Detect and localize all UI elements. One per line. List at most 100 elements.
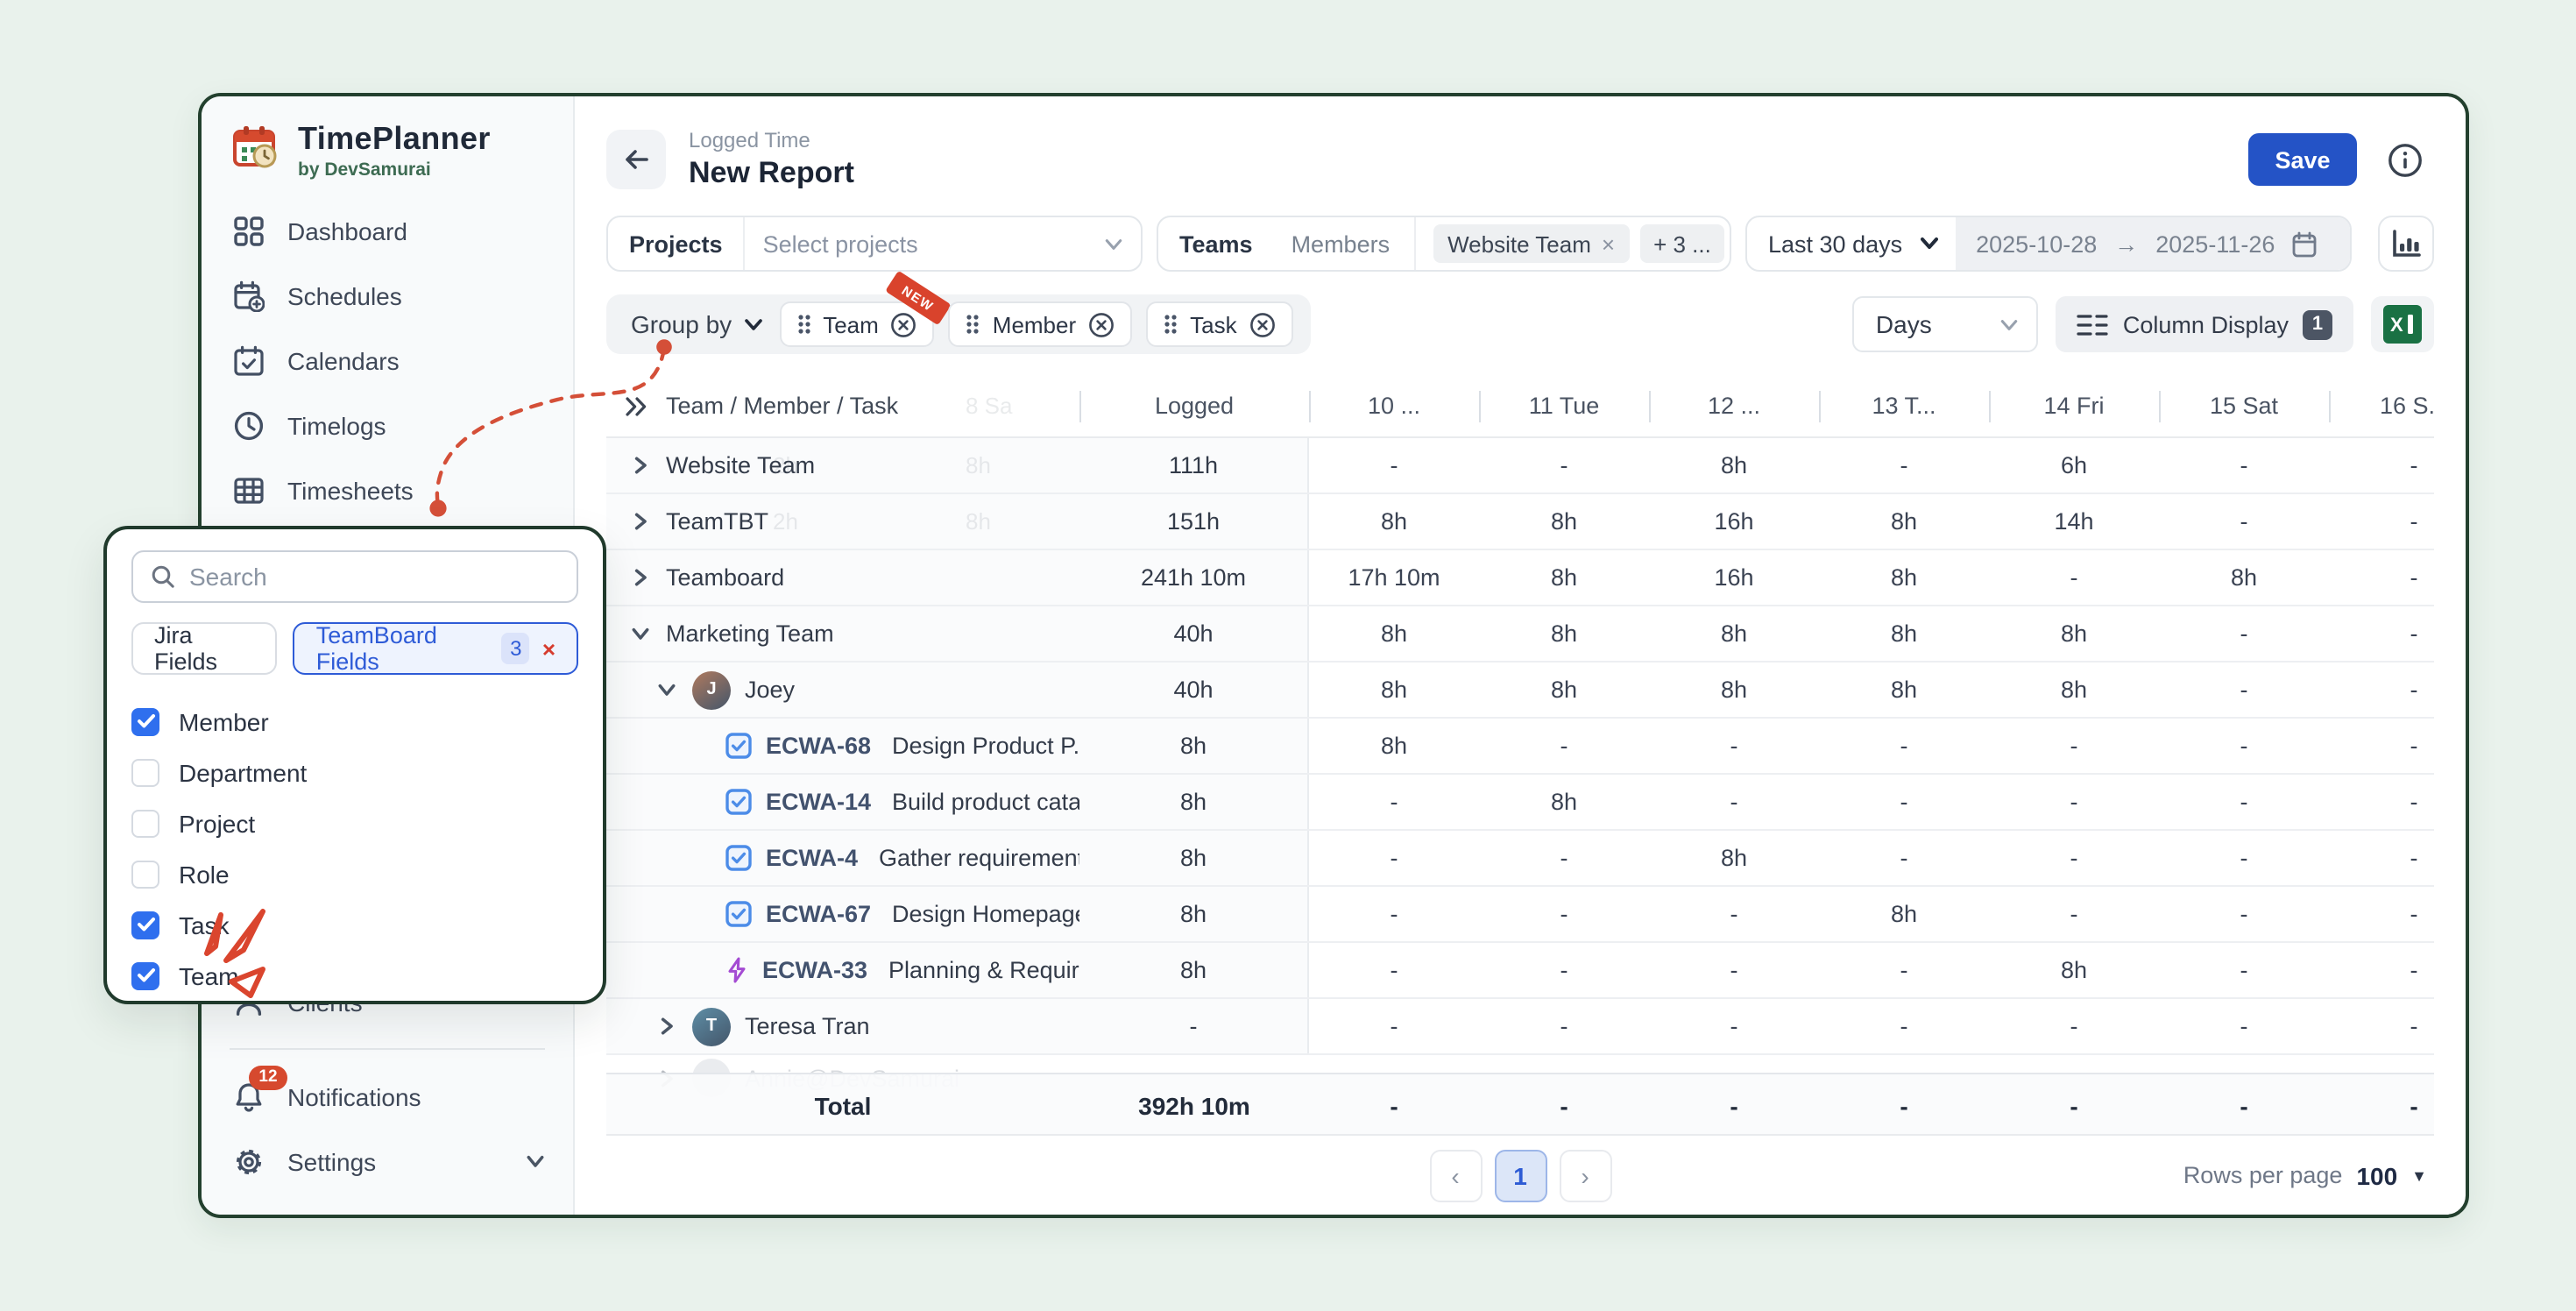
group-chip-team[interactable]: TeamNEW: [779, 301, 935, 347]
table-row[interactable]: ECWA-68Design Product P...8h8h------: [606, 719, 2434, 775]
rows-per-page[interactable]: Rows per page 100 ▼: [2183, 1161, 2434, 1189]
remove-group-icon[interactable]: [1088, 311, 1115, 337]
export-excel-button[interactable]: X: [2371, 296, 2434, 352]
row-day-cell: 16h: [1649, 550, 1819, 605]
row-name-cell[interactable]: Marketing Team: [606, 606, 1079, 661]
checkbox-unchecked[interactable]: [131, 860, 159, 888]
rows-per-page-label: Rows per page: [2183, 1162, 2343, 1188]
table-row[interactable]: Marketing Team40h8h8h8h8h8h--: [606, 606, 2434, 663]
chevron-right-icon[interactable]: [627, 568, 652, 587]
row-name-cell[interactable]: ECWA-4Gather requirements: [606, 831, 1079, 885]
remove-group-icon[interactable]: [891, 311, 917, 337]
row-day-cell: -: [1649, 719, 1819, 773]
row-day-cell: -: [2329, 606, 2434, 661]
group-chip-member[interactable]: Member: [949, 301, 1132, 347]
fields-tab-jira-fields[interactable]: Jira Fields: [131, 622, 278, 675]
prev-page-button[interactable]: ‹: [1429, 1149, 1482, 1201]
chevron-down-icon[interactable]: [627, 624, 652, 643]
task-check-icon: [725, 789, 752, 815]
date-range-filter[interactable]: Last 30 days 2025-10-28 → 2025-11-26: [1745, 216, 2352, 272]
members-toggle[interactable]: Members: [1274, 217, 1417, 270]
row-name-cell[interactable]: ECWA-14Build product catalo...: [606, 775, 1079, 829]
sidebar-item-notifications[interactable]: 12Notifications: [202, 1064, 573, 1129]
sidebar-item-dashboard[interactable]: Dashboard: [202, 198, 573, 263]
row-day-cell: -: [2159, 999, 2329, 1053]
table-row[interactable]: ECWA-14Build product catalo...8h-8h-----: [606, 775, 2434, 831]
drag-handle-icon[interactable]: [796, 314, 810, 335]
row-label: Teresa Tran: [745, 1013, 870, 1039]
field-option-member[interactable]: Member: [131, 696, 578, 747]
field-option-project[interactable]: Project: [131, 797, 578, 848]
teams-filter[interactable]: Teams Members Website Team× + 3 ...: [1157, 216, 1731, 272]
total-day-cell: -: [2329, 1074, 2434, 1134]
close-icon[interactable]: ×: [542, 635, 556, 662]
back-button[interactable]: [606, 130, 666, 189]
date-arrow: →: [2114, 230, 2138, 257]
column-display-button[interactable]: Column Display 1: [2056, 296, 2353, 352]
row-day-cell: -: [1649, 999, 1819, 1053]
row-name-cell[interactable]: ECWA-67Design Homepage: [606, 887, 1079, 941]
sidebar-item-timelogs[interactable]: Timelogs: [202, 393, 573, 457]
row-name-cell[interactable]: ECWA-33Planning & Require...: [606, 943, 1079, 997]
collapse-all-icon[interactable]: [624, 395, 648, 416]
remove-chip-icon[interactable]: ×: [1602, 230, 1615, 257]
row-name-cell[interactable]: Teamboard: [606, 550, 1079, 605]
info-icon[interactable]: [2374, 130, 2434, 189]
group-chip-task[interactable]: Task: [1146, 301, 1292, 347]
drag-handle-icon[interactable]: [1164, 314, 1178, 335]
remove-group-icon[interactable]: [1249, 311, 1276, 337]
field-option-team[interactable]: Team: [131, 950, 578, 1001]
field-option-department[interactable]: Department: [131, 747, 578, 797]
table-row[interactable]: ECWA-33Planning & Require...8h----8h--: [606, 943, 2434, 999]
granularity-select[interactable]: Days: [1853, 296, 2039, 352]
checkbox-checked[interactable]: [131, 911, 159, 939]
popup-search[interactable]: [131, 550, 578, 603]
main-area: Logged Time New Report Save Projects Sel…: [575, 96, 2466, 1215]
table-row[interactable]: ECWA-4Gather requirements8h--8h----: [606, 831, 2434, 887]
team-filter-chip[interactable]: + 3 ...: [1639, 224, 1725, 263]
chevron-right-icon[interactable]: [627, 512, 652, 531]
field-option-task[interactable]: Task: [131, 899, 578, 950]
checkbox-checked[interactable]: [131, 961, 159, 989]
checkbox-unchecked[interactable]: [131, 758, 159, 786]
table-row[interactable]: TTeresa Tran--------: [606, 999, 2434, 1055]
drag-handle-icon[interactable]: [966, 314, 980, 335]
projects-filter[interactable]: Projects Select projects: [606, 216, 1143, 272]
team-filter-chip[interactable]: Website Team×: [1433, 224, 1629, 263]
table-row[interactable]: Website Team2h8h111h--8h-6h--: [606, 438, 2434, 494]
breadcrumb: Logged Time: [689, 128, 854, 152]
sidebar-item-timesheets[interactable]: Timesheets: [202, 457, 573, 522]
fields-tab-teamboard-fields[interactable]: TeamBoard Fields3×: [294, 622, 578, 675]
chevron-right-icon[interactable]: [654, 1017, 678, 1036]
row-name-cell[interactable]: ECWA-68Design Product P...: [606, 719, 1079, 773]
column-header-day: 14 Fri: [1989, 375, 2159, 436]
range-preset[interactable]: Last 30 days: [1768, 230, 1902, 257]
row-name-cell[interactable]: Website Team2h8h: [606, 438, 1079, 493]
teams-toggle[interactable]: Teams: [1158, 217, 1274, 270]
checkbox-unchecked[interactable]: [131, 809, 159, 837]
row-name-cell[interactable]: TTeresa Tran: [606, 999, 1079, 1053]
save-button[interactable]: Save: [2248, 133, 2357, 186]
row-name-cell[interactable]: TeamTBT2h8h: [606, 494, 1079, 549]
row-day-cell: -: [2159, 606, 2329, 661]
chevron-right-icon[interactable]: [627, 456, 652, 475]
next-page-button[interactable]: ›: [1559, 1149, 1611, 1201]
checkbox-checked[interactable]: [131, 707, 159, 735]
chevron-down-icon[interactable]: [654, 680, 678, 699]
field-option-role[interactable]: Role: [131, 848, 578, 899]
row-label: Teamboard: [666, 564, 784, 591]
sidebar-item-schedules[interactable]: Schedules: [202, 263, 573, 328]
table-row[interactable]: JJoey40h8h8h8h8h8h--: [606, 663, 2434, 719]
group-by-dropdown[interactable]: Group by: [631, 310, 761, 338]
current-page-button[interactable]: 1: [1494, 1149, 1546, 1201]
table-row[interactable]: Teamboard241h 10m17h 10m8h16h8h-8h-: [606, 550, 2434, 606]
table-row[interactable]: TeamTBT2h8h151h8h8h16h8h14h--: [606, 494, 2434, 550]
chart-view-button[interactable]: [2378, 216, 2434, 272]
chevron-down-icon: [1104, 234, 1123, 253]
search-input[interactable]: [189, 563, 559, 591]
sidebar-item-settings[interactable]: Settings: [202, 1129, 573, 1194]
sidebar-item-calendars[interactable]: Calendars: [202, 328, 573, 393]
table-row[interactable]: ECWA-67Design Homepage8h---8h---: [606, 887, 2434, 943]
row-name-cell[interactable]: JJoey: [606, 663, 1079, 717]
date-range-values[interactable]: 2025-10-28 → 2025-11-26: [1955, 217, 2350, 270]
